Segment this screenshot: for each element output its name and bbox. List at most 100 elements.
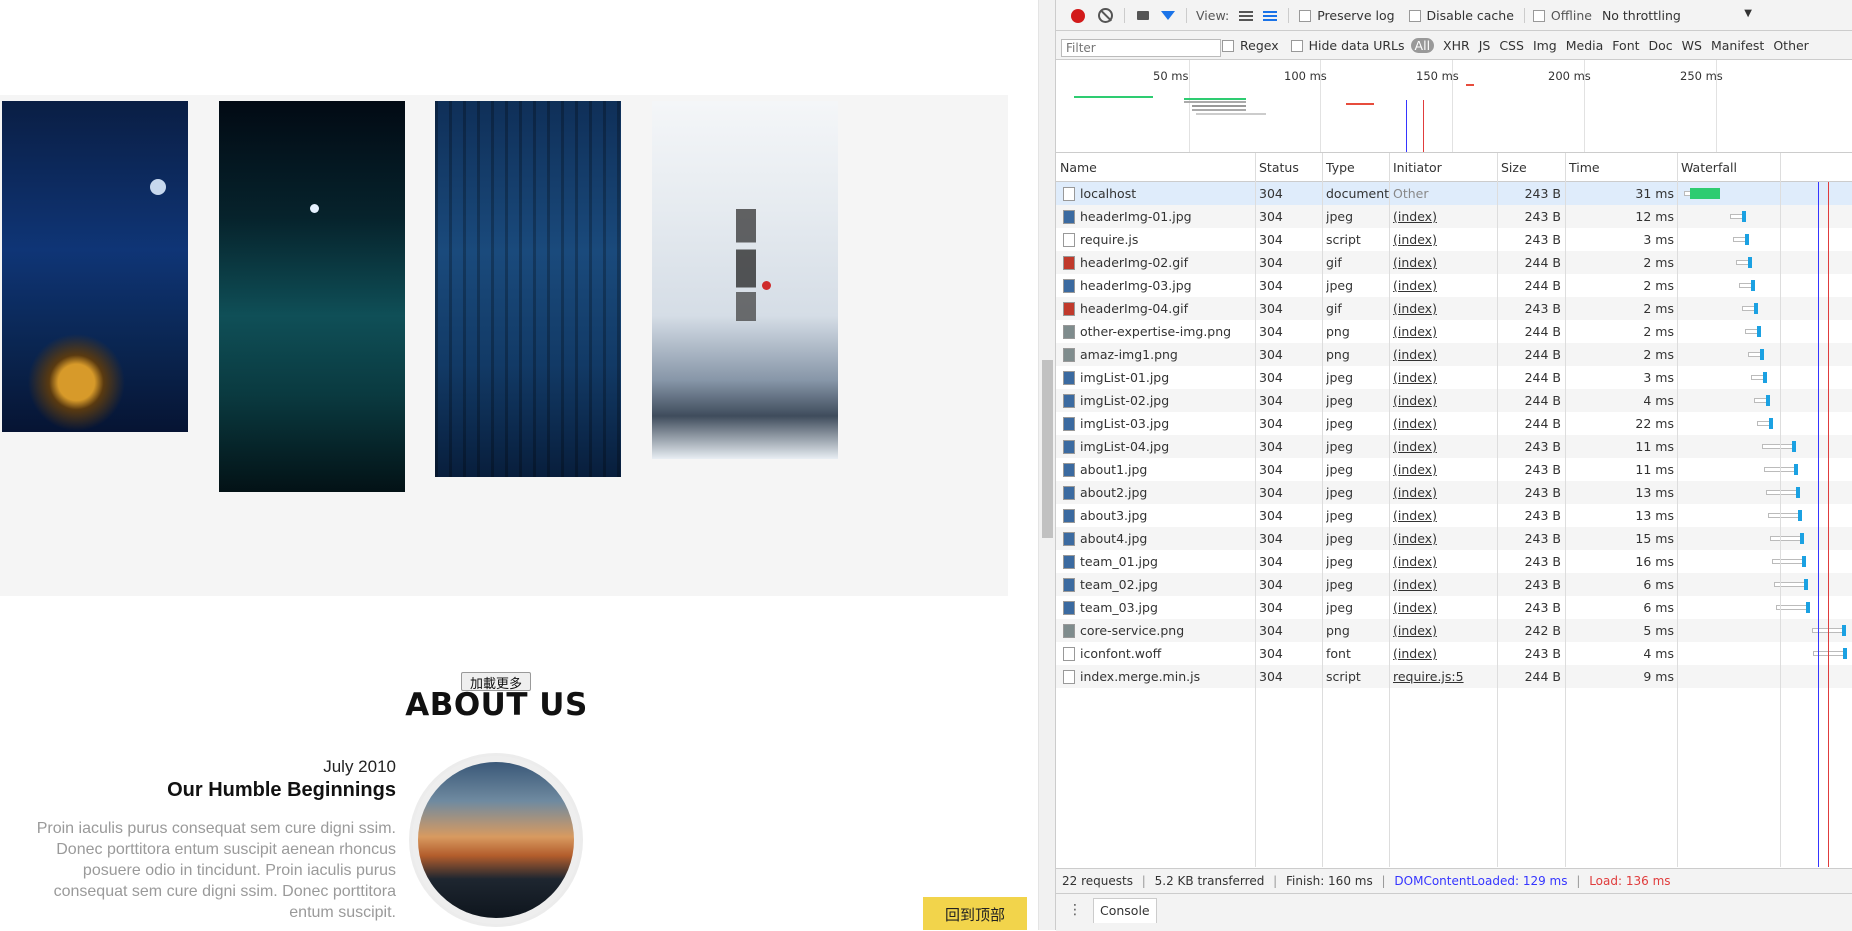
filter-input[interactable]	[1061, 39, 1221, 57]
overview-timeline[interactable]: 50 ms 100 ms 150 ms 200 ms 250 ms	[1056, 60, 1852, 153]
clear-icon[interactable]	[1098, 8, 1113, 23]
request-initiator[interactable]: require.js:5	[1393, 665, 1464, 688]
page-scrollbar[interactable]	[1038, 0, 1056, 930]
request-initiator[interactable]: (index)	[1393, 274, 1437, 297]
column-divider[interactable]	[1389, 153, 1390, 867]
regex-checkbox[interactable]	[1222, 39, 1234, 52]
column-time[interactable]: Time	[1565, 153, 1600, 181]
network-toolbar: View: Preserve log Disable cache Offline…	[1056, 0, 1852, 31]
request-initiator[interactable]: (index)	[1393, 205, 1437, 228]
request-initiator[interactable]: (index)	[1393, 343, 1437, 366]
table-row[interactable]: about1.jpg 304 jpeg (index) 243 B 11 ms	[1056, 458, 1852, 481]
type-filter-font[interactable]: Font	[1612, 38, 1639, 53]
request-initiator[interactable]: (index)	[1393, 458, 1437, 481]
overview-request-bar	[1466, 84, 1474, 86]
column-initiator[interactable]: Initiator	[1389, 153, 1442, 181]
request-initiator[interactable]: (index)	[1393, 366, 1437, 389]
request-initiator[interactable]: (index)	[1393, 481, 1437, 504]
throttling-select[interactable]: No throttling ▼	[1602, 8, 1752, 23]
request-initiator[interactable]: (index)	[1393, 389, 1437, 412]
preserve-log-checkbox[interactable]	[1299, 9, 1312, 22]
gallery-image-2[interactable]	[219, 101, 405, 492]
column-divider[interactable]	[1780, 153, 1781, 867]
type-filter-css[interactable]: CSS	[1499, 38, 1524, 53]
table-row[interactable]: imgList-02.jpg 304 jpeg (index) 244 B 4 ms	[1056, 389, 1852, 412]
request-initiator[interactable]: (index)	[1393, 320, 1437, 343]
back-to-top-button[interactable]: 回到顶部	[923, 897, 1027, 930]
table-row[interactable]: headerImg-01.jpg 304 jpeg (index) 243 B 12 ms	[1056, 205, 1852, 228]
column-name[interactable]: Name	[1056, 153, 1097, 181]
type-filter-manifest[interactable]: Manifest	[1711, 38, 1764, 53]
request-initiator[interactable]: (index)	[1393, 435, 1437, 458]
table-row[interactable]: amaz-img1.png 304 png (index) 244 B 2 ms	[1056, 343, 1852, 366]
table-row[interactable]: iconfont.woff 304 font (index) 243 B 4 ms	[1056, 642, 1852, 665]
waterfall-view-icon[interactable]	[1263, 10, 1278, 21]
type-filter-doc[interactable]: Doc	[1649, 38, 1673, 53]
summary-load: Load: 136 ms	[1589, 874, 1671, 888]
table-row[interactable]: headerImg-03.jpg 304 jpeg (index) 244 B 2 ms	[1056, 274, 1852, 297]
table-row[interactable]: about3.jpg 304 jpeg (index) 243 B 13 ms	[1056, 504, 1852, 527]
scroll-thumb[interactable]	[1042, 360, 1053, 538]
filter-funnel-icon[interactable]	[1161, 11, 1175, 20]
request-initiator[interactable]: (index)	[1393, 527, 1437, 550]
request-initiator[interactable]: (index)	[1393, 297, 1437, 320]
table-row[interactable]: imgList-04.jpg 304 jpeg (index) 243 B 11 ms	[1056, 435, 1852, 458]
request-initiator[interactable]: (index)	[1393, 642, 1437, 665]
table-row[interactable]: index.merge.min.js 304 script require.js:5 2…	[1056, 665, 1852, 688]
request-initiator[interactable]: (index)	[1393, 504, 1437, 527]
column-waterfall[interactable]: Waterfall	[1677, 153, 1737, 181]
video-capture-icon[interactable]	[1137, 11, 1149, 20]
record-icon[interactable]	[1071, 8, 1085, 23]
tab-console[interactable]: Console	[1093, 898, 1157, 923]
table-row[interactable]: headerImg-02.gif 304 gif (index) 244 B 2 ms	[1056, 251, 1852, 274]
waterfall-queue-bar	[1762, 444, 1794, 449]
gallery-image-1[interactable]	[2, 101, 188, 432]
file-icon	[1063, 509, 1075, 523]
column-divider[interactable]	[1322, 153, 1323, 867]
list-view-icon[interactable]	[1239, 10, 1254, 21]
table-row[interactable]: require.js 304 script (index) 243 B 3 ms	[1056, 228, 1852, 251]
column-size[interactable]: Size	[1497, 153, 1527, 181]
column-status[interactable]: Status	[1255, 153, 1299, 181]
request-time: 2 ms	[1643, 324, 1674, 339]
table-row[interactable]: core-service.png 304 png (index) 242 B 5 ms	[1056, 619, 1852, 642]
table-row[interactable]: imgList-03.jpg 304 jpeg (index) 244 B 22 ms	[1056, 412, 1852, 435]
table-row[interactable]: team_02.jpg 304 jpeg (index) 243 B 6 ms	[1056, 573, 1852, 596]
request-initiator[interactable]: (index)	[1393, 619, 1437, 642]
request-initiator[interactable]: (index)	[1393, 573, 1437, 596]
table-row[interactable]: other-expertise-img.png 304 png (index) 244 …	[1056, 320, 1852, 343]
column-divider[interactable]	[1677, 153, 1678, 867]
column-divider[interactable]	[1255, 153, 1256, 867]
drawer-menu-icon[interactable]: ⋮	[1068, 903, 1082, 917]
type-filter-other[interactable]: Other	[1773, 38, 1809, 53]
table-row[interactable]: about2.jpg 304 jpeg (index) 243 B 13 ms	[1056, 481, 1852, 504]
request-initiator[interactable]: (index)	[1393, 251, 1437, 274]
table-row[interactable]: about4.jpg 304 jpeg (index) 243 B 15 ms	[1056, 527, 1852, 550]
table-row[interactable]: headerImg-04.gif 304 gif (index) 243 B 2 ms	[1056, 297, 1852, 320]
hide-data-urls-checkbox[interactable]	[1290, 39, 1303, 52]
column-divider[interactable]	[1565, 153, 1566, 867]
request-initiator[interactable]: (index)	[1393, 550, 1437, 573]
overview-request-bar	[1192, 105, 1246, 107]
gallery-image-4[interactable]	[652, 101, 838, 459]
request-initiator[interactable]: (index)	[1393, 228, 1437, 251]
request-initiator[interactable]: (index)	[1393, 412, 1437, 435]
type-filter-all[interactable]: All	[1410, 38, 1435, 53]
throttling-value: No throttling	[1601, 8, 1681, 23]
table-row[interactable]: team_01.jpg 304 jpeg (index) 243 B 16 ms	[1056, 550, 1852, 573]
waterfall-transfer-bar	[1806, 602, 1810, 613]
type-filter-xhr[interactable]: XHR	[1443, 38, 1470, 53]
type-filter-ws[interactable]: WS	[1682, 38, 1702, 53]
gallery-image-3[interactable]	[435, 101, 621, 477]
type-filter-media[interactable]: Media	[1566, 38, 1604, 53]
column-divider[interactable]	[1497, 153, 1498, 867]
table-row[interactable]: team_03.jpg 304 jpeg (index) 243 B 6 ms	[1056, 596, 1852, 619]
table-row[interactable]: imgList-01.jpg 304 jpeg (index) 244 B 3 ms	[1056, 366, 1852, 389]
column-type[interactable]: Type	[1322, 153, 1355, 181]
request-initiator[interactable]: (index)	[1393, 596, 1437, 619]
type-filter-js[interactable]: JS	[1479, 38, 1491, 53]
offline-checkbox[interactable]	[1532, 9, 1545, 22]
disable-cache-checkbox[interactable]	[1408, 9, 1421, 22]
type-filter-img[interactable]: Img	[1533, 38, 1557, 53]
table-row[interactable]: localhost 304 document Other 243 B 31 ms	[1056, 182, 1852, 205]
